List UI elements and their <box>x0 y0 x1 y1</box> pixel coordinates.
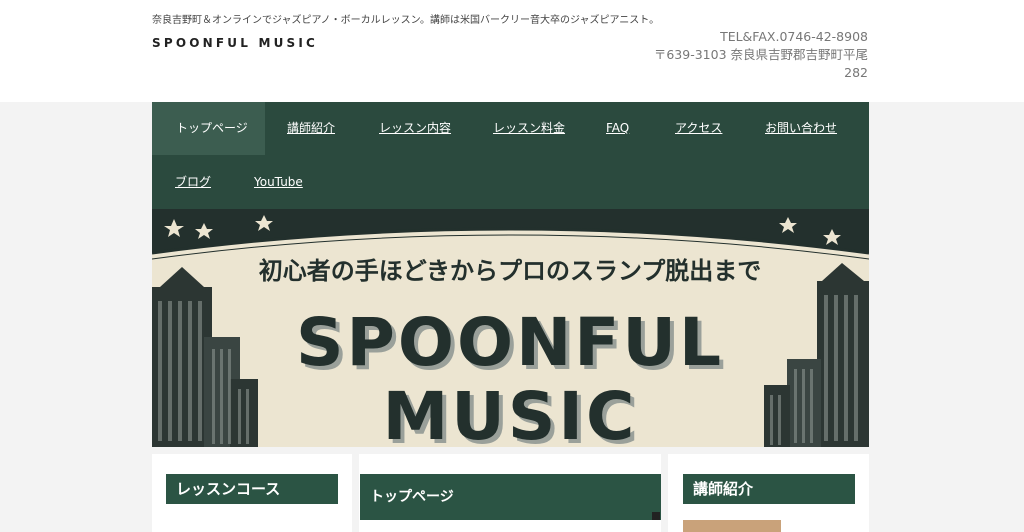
instructor-photo <box>683 520 781 532</box>
nav-item-access[interactable]: アクセス <box>675 102 722 155</box>
hero-title-line-2: MUSIC <box>383 378 638 447</box>
hero-subtitle: 初心者の手ほどきからプロのスランプ脱出まで <box>259 257 762 285</box>
site-tagline: 奈良吉野町＆オンラインでジャズピアノ・ボーカルレッスン。講師は米国バークリー音大… <box>152 15 660 26</box>
address-line-2: 282 <box>844 65 868 80</box>
card-center: トップページ <box>359 454 661 532</box>
main-nav: トップページ 講師紹介 レッスン内容 レッスン料金 FAQ アクセス お問い合わ… <box>152 102 869 209</box>
hero-title-line-1: SPOONFUL <box>296 304 724 381</box>
card-title-instructor: 講師紹介 <box>683 474 855 504</box>
nav-item-faq[interactable]: FAQ <box>606 102 629 155</box>
nav-item-fees[interactable]: レッスン料金 <box>493 102 565 155</box>
address-line-1: 〒639-3103 奈良県吉野郡吉野町平尾 <box>653 47 868 62</box>
contact-info: TEL&FAX.0746-42-8908 〒639-3103 奈良県吉野郡吉野町… <box>654 28 868 82</box>
hero-artwork: 初心者の手ほどきからプロのスランプ脱出まで SPOONFUL SPOONFUL … <box>152 209 869 447</box>
nav-item-lessons[interactable]: レッスン内容 <box>379 102 451 155</box>
nav-item-top[interactable]: トップページ <box>152 102 265 155</box>
card-left: レッスンコース <box>152 454 352 532</box>
hero-banner: 初心者の手ほどきからプロのスランプ脱出まで SPOONFUL SPOONFUL … <box>152 209 869 447</box>
site-logo[interactable]: SPOONFUL MUSIC <box>152 36 318 50</box>
nav-item-instructor[interactable]: 講師紹介 <box>287 102 335 155</box>
tel-fax: TEL&FAX.0746-42-8908 <box>720 29 868 44</box>
card-title-top-page: トップページ <box>360 474 661 520</box>
card-title-lesson-course: レッスンコース <box>166 474 338 504</box>
site-header: 奈良吉野町＆オンラインでジャズピアノ・ボーカルレッスン。講師は米国バークリー音大… <box>0 0 1024 102</box>
nav-item-youtube[interactable]: YouTube <box>254 156 303 209</box>
card-right: 講師紹介 <box>668 454 869 532</box>
scroll-handle[interactable] <box>652 512 660 520</box>
nav-item-blog[interactable]: ブログ <box>175 156 211 209</box>
nav-item-contact[interactable]: お問い合わせ <box>765 102 837 155</box>
